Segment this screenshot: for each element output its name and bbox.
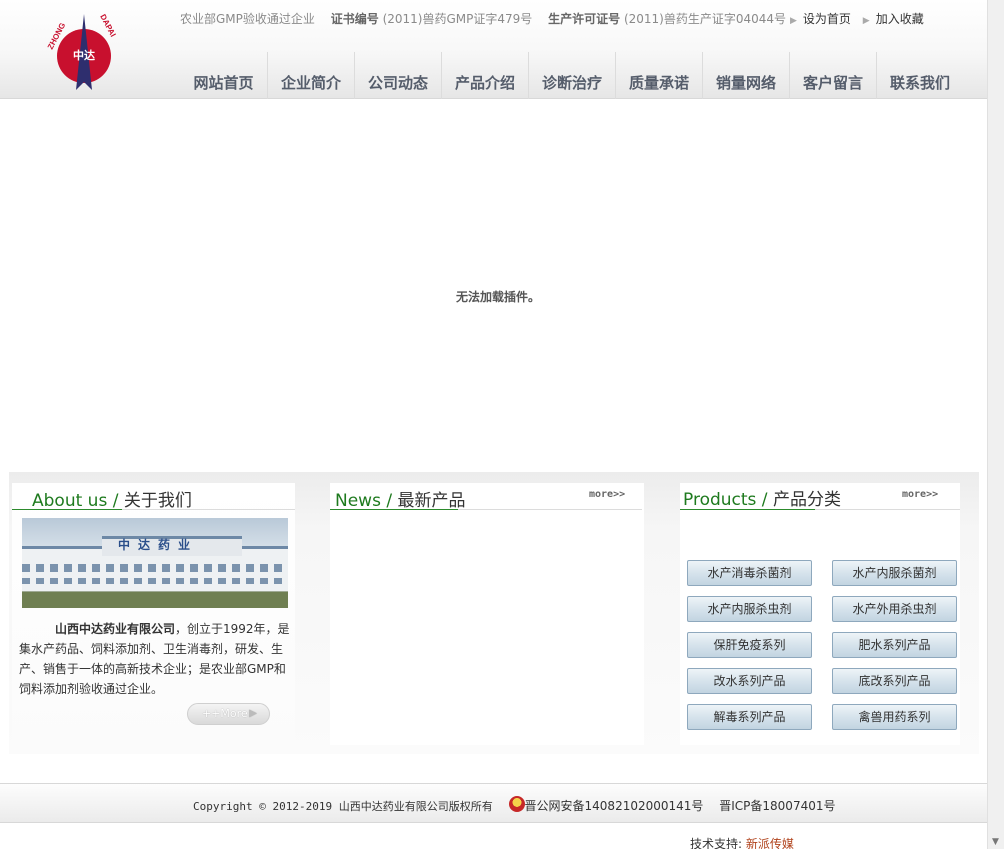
add-favorite-link[interactable]: 加入收藏 [876,12,924,26]
main-nav: 网站首页 企业简介 公司动态 产品介绍 诊断治疗 质量承诺 销量网络 客户留言 … [180,52,963,99]
logo-center-text: 中达 [73,48,95,62]
product-category-button[interactable]: 水产外用杀虫剂 [832,596,957,622]
nav-home[interactable]: 网站首页 [180,52,267,99]
nav-company-intro[interactable]: 企业简介 [267,52,354,99]
news-title-en: News / [335,491,393,511]
nav-company-news[interactable]: 公司动态 [354,52,441,99]
scroll-down-arrow-icon[interactable]: ▼ [992,837,999,847]
nav-diagnosis[interactable]: 诊断治疗 [528,52,615,99]
product-category-button[interactable]: 解毒系列产品 [687,704,812,730]
copyright-text: Copyright © 2012-2019 山西中达药业有限公司版权所有 [193,800,493,813]
logo-right-letters: DAPAI [98,13,117,39]
about-title-en: About us / [32,491,119,511]
nav-sales-network[interactable]: 销量网络 [702,52,789,99]
footer-text: Copyright © 2012-2019 山西中达药业有限公司版权所有 晋公网… [193,796,835,814]
products-title-cn: 产品分类 [772,490,841,510]
product-category-button[interactable]: 水产消毒杀菌剂 [687,560,812,586]
about-title: About us / 关于我们 [32,486,192,511]
nav-quality[interactable]: 质量承诺 [615,52,702,99]
plugin-area [0,100,987,472]
site-header: ZHONG DAPAI 中达 农业部GMP验收通过企业 证书编号 (2011)兽… [0,0,987,99]
product-category-button[interactable]: 禽兽用药系列 [832,704,957,730]
plugin-error-message: 无法加载插件。 [456,290,541,304]
product-category-button[interactable]: 保肝免疫系列 [687,632,812,658]
product-category-button[interactable]: 水产内服杀菌剂 [832,560,957,586]
tech-support: 技术支持: 新派传媒 [690,835,794,849]
nav-guestbook[interactable]: 客户留言 [789,52,876,99]
about-description: 山西中达药业有限公司，创立于1992年，是集水产药品、饲料添加剂、卫生消毒剂，研… [19,619,293,699]
police-badge-icon [508,796,525,812]
tech-support-link[interactable]: 新派传媒 [746,837,794,849]
triangle-right-icon: ▶ [862,16,870,26]
site-footer: Copyright © 2012-2019 山西中达药业有限公司版权所有 晋公网… [0,783,987,823]
police-record-link[interactable]: 晋公网安备14082102000141号 [525,799,704,813]
license-value: (2011)兽药生产证字04044号 [623,12,787,26]
top-info-bar: 农业部GMP验收通过企业 证书编号 (2011)兽药GMP证字479号 生产许可… [180,10,786,27]
news-title-cn: 最新产品 [397,491,466,511]
cert-value: (2011)兽药GMP证字479号 [382,12,533,26]
product-category-button[interactable]: 底改系列产品 [832,668,957,694]
qualification-text: 农业部GMP验收通过企业 [180,12,315,26]
company-logo[interactable]: ZHONG DAPAI 中达 [42,8,126,96]
cert-label: 证书编号 [330,12,379,26]
about-company-name: 山西中达药业有限公司 [55,622,176,636]
product-category-button[interactable]: 肥水系列产品 [832,632,957,658]
product-category-button[interactable]: 水产内服杀虫剂 [687,596,812,622]
license-label: 生产许可证号 [548,12,621,26]
triangle-right-icon: ▶ [790,16,797,26]
news-panel: News / 最新产品 more>> [330,483,644,745]
products-more-link[interactable]: more>> [902,489,938,500]
about-title-cn: 关于我们 [123,491,192,511]
building-sign-text: 中达药业 [118,538,199,552]
products-divider [680,509,960,510]
company-building-photo[interactable]: 中达药业 [22,518,288,608]
vertical-scrollbar[interactable]: ▼ [987,0,1004,849]
nav-contact[interactable]: 联系我们 [876,52,963,99]
products-title: Products / 产品分类 [683,485,841,510]
icp-record-link[interactable]: 晋ICP备18007401号 [719,799,835,813]
news-more-link[interactable]: more>> [589,489,625,500]
about-more-button[interactable]: ++More ▶ [187,703,270,725]
set-homepage-link[interactable]: 设为首页 [803,12,851,26]
products-title-en: Products / [683,490,768,510]
tech-support-label: 技术支持: [690,837,743,849]
top-links: ▶ 设为首页 ▶ 加入收藏 [790,10,932,27]
news-divider [330,509,642,510]
about-more-label: ++More [202,707,248,720]
nav-products[interactable]: 产品介绍 [441,52,528,99]
chevron-right-icon: ▶ [249,708,257,719]
page: ZHONG DAPAI 中达 农业部GMP验收通过企业 证书编号 (2011)兽… [0,0,1004,849]
news-title: News / 最新产品 [335,486,465,511]
product-category-button[interactable]: 改水系列产品 [687,668,812,694]
about-divider [12,509,295,510]
